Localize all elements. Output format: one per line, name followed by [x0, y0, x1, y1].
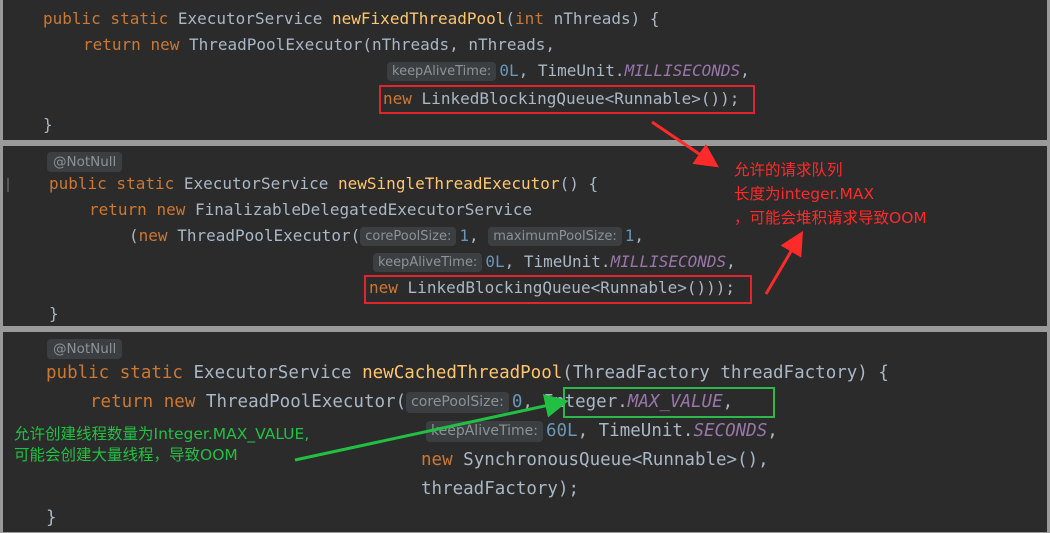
- method-name[interactable]: newFixedThreadPool: [332, 9, 505, 28]
- return-keyword: return: [83, 35, 141, 54]
- code-block-fixed-thread-pool: public static ExecutorService newFixedTh…: [3, 0, 1047, 140]
- number-literal: 0L: [499, 61, 519, 80]
- params: (ThreadFactory threadFactory) {: [562, 363, 889, 383]
- code-line: (new ThreadPoolExecutor(corePoolSize: 1, …: [129, 223, 644, 249]
- params: () {: [559, 174, 599, 193]
- code-line: return new FinalizableDelegatedExecutorS…: [89, 197, 532, 223]
- code-line: return new ThreadPoolExecutor(nThreads, …: [83, 32, 555, 58]
- annotation-hint: @NotNull: [47, 152, 123, 172]
- method-name[interactable]: newCachedThreadPool: [362, 363, 562, 383]
- annotation-hint: @NotNull: [47, 339, 123, 359]
- modifiers: public static: [43, 9, 169, 28]
- return-type: ExecutorService: [193, 363, 352, 383]
- queue-constructor[interactable]: LinkedBlockingQueue<Runnable>());: [422, 89, 740, 108]
- code-line: new LinkedBlockingQueue<Runnable>());: [383, 86, 739, 112]
- separator: , TimeUnit.: [504, 252, 611, 271]
- queue-constructor[interactable]: LinkedBlockingQueue<Runnable>()));: [408, 278, 736, 297]
- constructor-call[interactable]: ThreadPoolExecutor(: [177, 226, 360, 245]
- constructor-call[interactable]: ThreadPoolExecutor(: [206, 392, 406, 412]
- number-literal: 0: [511, 392, 523, 412]
- number-literal: 60L: [545, 421, 578, 441]
- code-line: public static ExecutorService newCachedT…: [46, 359, 889, 388]
- return-type: ExecutorService: [183, 174, 329, 193]
- annotation-line: @NotNull: [47, 337, 123, 359]
- closing-brace: }: [43, 115, 53, 134]
- separator: , TimeUnit.: [577, 421, 694, 441]
- comma: ,: [522, 392, 533, 412]
- closing-brace: }: [49, 304, 59, 323]
- code-line: new LinkedBlockingQueue<Runnable>()));: [369, 275, 735, 301]
- comma: ,: [726, 252, 736, 271]
- code-line: public static ExecutorService newSingleT…: [49, 171, 598, 197]
- param-hint: keepAliveTime:: [373, 253, 483, 272]
- modifiers: public static: [49, 174, 175, 193]
- gutter-marker: [7, 178, 9, 192]
- code-line: keepAliveTime: 60L, TimeUnit.SECONDS,: [426, 417, 778, 446]
- param-hint: corePoolSize:: [406, 392, 509, 413]
- param-type: int: [515, 9, 544, 28]
- note-red-queue-oom: 允许的请求队列 长度为integer.MAX ，可能会堆积请求导致OOM: [734, 161, 927, 227]
- integer-class: Integer.: [543, 392, 628, 412]
- new-keyword: new: [138, 226, 168, 245]
- code-line: new SynchronousQueue<Runnable>(),: [421, 446, 769, 475]
- new-keyword: new: [150, 35, 180, 54]
- param-name: nThreads) {: [543, 9, 660, 28]
- comma: ,: [468, 226, 479, 245]
- code-line: threadFactory);: [421, 479, 580, 499]
- code-line: public static ExecutorService newFixedTh…: [43, 6, 660, 32]
- new-keyword: new: [163, 392, 196, 412]
- constructor-call[interactable]: FinalizableDelegatedExecutorService: [195, 200, 532, 219]
- return-type: ExecutorService: [177, 9, 323, 28]
- param-hint: keepAliveTime:: [426, 421, 543, 442]
- number-literal: 1: [459, 226, 469, 245]
- return-keyword: return: [89, 200, 147, 219]
- code-line: keepAliveTime: 0L, TimeUnit.MILLISECONDS,: [373, 249, 736, 275]
- method-name[interactable]: newSingleThreadExecutor: [338, 174, 560, 193]
- new-keyword: new: [369, 278, 398, 297]
- constant: MILLISECONDS: [610, 252, 727, 271]
- new-keyword: new: [421, 450, 453, 470]
- annotation-line: @NotNull: [47, 150, 123, 172]
- paren: (: [129, 226, 139, 245]
- param-hint: corePoolSize:: [360, 227, 457, 246]
- number-literal: 0L: [485, 252, 505, 271]
- return-keyword: return: [90, 392, 154, 412]
- new-keyword: new: [383, 89, 412, 108]
- closing-brace: }: [46, 508, 57, 528]
- constant: SECONDS: [693, 421, 768, 441]
- constructor-call[interactable]: ThreadPoolExecutor(nThreads, nThreads,: [189, 35, 555, 54]
- modifiers: public static: [46, 363, 183, 383]
- note-green-thread-oom: 允许创建线程数量为Integer.MAX_VALUE, 可能会创建大量线程，导致…: [14, 425, 310, 464]
- separator: , TimeUnit.: [518, 61, 625, 80]
- code-line: keepAliveTime: 0L, TimeUnit.MILLISECONDS,: [387, 58, 750, 84]
- constant: MILLISECONDS: [624, 61, 741, 80]
- paren: (: [505, 9, 516, 28]
- param-hint: maximumPoolSize:: [488, 227, 622, 246]
- comma: ,: [722, 392, 734, 412]
- comma: ,: [740, 61, 750, 80]
- code-line: return new ThreadPoolExecutor(corePoolSi…: [90, 388, 733, 417]
- param-hint: keepAliveTime:: [387, 62, 497, 81]
- new-keyword: new: [156, 200, 186, 219]
- number-literal: 1: [624, 226, 635, 245]
- queue-constructor[interactable]: SynchronousQueue<Runnable>(),: [463, 450, 769, 470]
- comma: ,: [767, 421, 778, 441]
- constant: MAX_VALUE: [627, 392, 723, 412]
- comma: ,: [634, 226, 645, 245]
